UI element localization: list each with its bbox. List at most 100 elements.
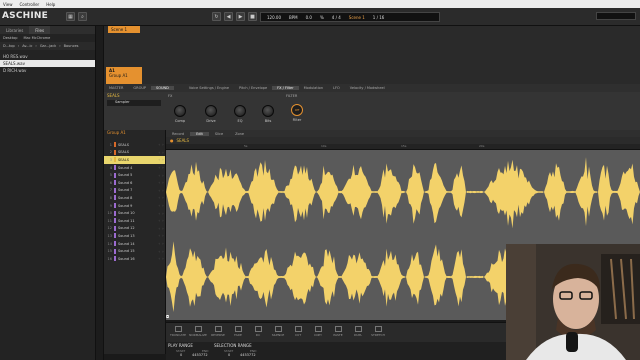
edit-tool-button[interactable]: DUPL bbox=[352, 326, 364, 340]
scene-clip[interactable]: Scene 1 bbox=[108, 26, 140, 33]
mute-solo-icons[interactable]: ◦◦ bbox=[158, 218, 165, 223]
play-start-value[interactable]: 0 bbox=[180, 353, 182, 357]
menu-controller[interactable]: Controller bbox=[20, 2, 40, 7]
shortcut-home[interactable]: Mac McChrome bbox=[23, 36, 50, 40]
knob-eq[interactable]: EQ bbox=[234, 105, 246, 123]
file-item[interactable]: D RICH.wav bbox=[0, 67, 95, 74]
sound-slot[interactable]: 7 Sound 7 ◦◦ bbox=[104, 187, 165, 195]
sound-slot[interactable]: 3 SEALS ◦◦ bbox=[104, 156, 165, 164]
time-signature[interactable]: 4 / 4 bbox=[332, 15, 341, 20]
edit-tool-button[interactable]: REVERSE bbox=[211, 326, 225, 340]
sound-slot[interactable]: 12 Sound 12 ◦◦ bbox=[104, 225, 165, 233]
sel-end-value[interactable]: 4453772 bbox=[240, 353, 256, 357]
edit-tool-button[interactable]: NORMALIZE bbox=[189, 326, 207, 340]
mute-solo-icons[interactable]: ◦◦ bbox=[158, 195, 165, 200]
tab-files[interactable]: Files bbox=[29, 26, 51, 34]
breadcrumb-item[interactable]: Gar...jack bbox=[40, 44, 56, 48]
page-pitch[interactable]: Pitch / Envelope bbox=[234, 86, 272, 90]
mute-solo-icons[interactable]: ◦◦ bbox=[158, 173, 165, 178]
file-item-selected[interactable]: SEALS.wav bbox=[0, 60, 95, 67]
start-marker-icon[interactable]: ◘ bbox=[166, 314, 169, 319]
browser-tabs: Libraries Files bbox=[0, 26, 95, 34]
shortcut-desktop[interactable]: Desktop bbox=[3, 36, 17, 40]
breadcrumb-item[interactable]: Bounces bbox=[64, 44, 79, 48]
mute-solo-icons[interactable]: ◦◦ bbox=[158, 233, 165, 238]
page-velocity[interactable]: Velocity / Modwheel bbox=[345, 86, 390, 90]
tab-record[interactable]: Record bbox=[166, 132, 190, 136]
page-voice[interactable]: Voice Settings / Engine bbox=[184, 86, 234, 90]
grid-icon[interactable]: ▦ bbox=[66, 12, 75, 21]
edit-tool-button[interactable]: PASTE bbox=[332, 326, 344, 340]
tab-libraries[interactable]: Libraries bbox=[0, 26, 29, 34]
sound-color-swatch bbox=[114, 165, 116, 171]
knob-drive[interactable]: Drive bbox=[205, 105, 217, 123]
sound-slot[interactable]: 15 Sound 15 ◦◦ bbox=[104, 247, 165, 255]
sound-color-swatch bbox=[114, 187, 116, 193]
breadcrumb-item[interactable]: D...top bbox=[3, 44, 15, 48]
knob-bits[interactable]: Bits bbox=[262, 105, 274, 123]
swing-value[interactable]: 0.0 bbox=[306, 15, 312, 20]
edit-tool-button[interactable]: STRETCH bbox=[371, 326, 385, 340]
edit-tool-button[interactable]: CUT bbox=[292, 326, 304, 340]
file-item[interactable]: HO RES.wav bbox=[0, 53, 95, 60]
sound-slot[interactable]: 14 Sound 14 ◦◦ bbox=[104, 240, 165, 248]
sound-slot[interactable]: 16 Sound 16 ◦◦ bbox=[104, 255, 165, 263]
play-icon[interactable]: ▶ bbox=[236, 12, 245, 21]
page-fx-filter[interactable]: FX / Filter bbox=[272, 86, 299, 90]
rewind-icon[interactable]: ◀ bbox=[224, 12, 233, 21]
edit-tool-button[interactable]: DC bbox=[252, 326, 264, 340]
mute-solo-icons[interactable]: ◦◦ bbox=[158, 150, 165, 155]
loop-icon[interactable]: ↻ bbox=[212, 12, 221, 21]
mute-solo-icons[interactable]: ◦◦ bbox=[158, 211, 165, 216]
sound-slot[interactable]: 9 Sound 9 ◦◦ bbox=[104, 202, 165, 210]
sound-slot[interactable]: 10 Sound 10 ◦◦ bbox=[104, 209, 165, 217]
stop-icon[interactable]: ■ bbox=[248, 12, 257, 21]
mute-solo-icons[interactable]: ◦◦ bbox=[158, 142, 165, 147]
volume-meter[interactable] bbox=[596, 12, 636, 20]
play-end-value[interactable]: 4453772 bbox=[192, 353, 208, 357]
group-slot[interactable]: A1 Group A1 bbox=[106, 67, 142, 84]
knob-comp[interactable]: Comp bbox=[174, 105, 186, 123]
sound-slot[interactable]: 2 SEALS ◦◦ bbox=[104, 149, 165, 157]
mute-solo-icons[interactable]: ◦◦ bbox=[158, 203, 165, 208]
mute-solo-icons[interactable]: ◦◦ bbox=[158, 226, 165, 231]
plugin-slot[interactable]: Sampler bbox=[107, 100, 161, 106]
filter-selector[interactable]: Off Filter bbox=[291, 104, 303, 122]
strip-master[interactable]: MASTER bbox=[104, 86, 128, 90]
mute-solo-icons[interactable]: ◦◦ bbox=[158, 249, 165, 254]
presenter-video bbox=[506, 244, 640, 360]
sound-slot[interactable]: 1 SEALS ◦◦ bbox=[104, 141, 165, 149]
mute-solo-icons[interactable]: ◦◦ bbox=[158, 241, 165, 246]
sound-slot[interactable]: 11 Sound 11 ◦◦ bbox=[104, 217, 165, 225]
sel-start-value[interactable]: 0 bbox=[228, 353, 230, 357]
tool-label: CUT bbox=[294, 333, 302, 337]
menu-view[interactable]: View bbox=[3, 2, 13, 7]
edit-tool-button[interactable]: TRUNCATE bbox=[170, 326, 186, 340]
strip-group[interactable]: GROUP bbox=[128, 86, 151, 90]
tool-icon bbox=[334, 326, 342, 332]
mute-solo-icons[interactable]: ◦◦ bbox=[158, 256, 165, 261]
search-icon[interactable]: ⌕ bbox=[78, 12, 87, 21]
sound-slot[interactable]: 6 Sound 6 ◦◦ bbox=[104, 179, 165, 187]
strip-sound[interactable]: SOUND bbox=[151, 86, 174, 90]
tab-slice[interactable]: Slice bbox=[209, 132, 229, 136]
tab-edit[interactable]: Edit bbox=[190, 131, 209, 136]
breadcrumb-item[interactable]: Av...ic bbox=[22, 44, 32, 48]
app-logo: ASCHINE bbox=[2, 11, 49, 21]
page-modulation[interactable]: Modulation bbox=[299, 86, 328, 90]
mute-solo-icons[interactable]: ◦◦ bbox=[158, 180, 165, 185]
page-lfo[interactable]: LFO bbox=[328, 86, 345, 90]
edit-tool-button[interactable]: FADE bbox=[232, 326, 244, 340]
sound-slot[interactable]: 5 Sound 5 ◦◦ bbox=[104, 171, 165, 179]
tab-zone[interactable]: Zone bbox=[229, 132, 250, 136]
edit-tool-button[interactable]: COPY bbox=[312, 326, 324, 340]
sound-slot[interactable]: 8 Sound 8 ◦◦ bbox=[104, 194, 165, 202]
edit-tool-button[interactable]: SILENCE bbox=[272, 326, 284, 340]
sound-slot[interactable]: 4 Sound 4 ◦◦ bbox=[104, 164, 165, 172]
mute-solo-icons[interactable]: ◦◦ bbox=[158, 157, 165, 162]
mute-solo-icons[interactable]: ◦◦ bbox=[158, 188, 165, 193]
menu-help[interactable]: Help bbox=[46, 2, 55, 7]
mute-solo-icons[interactable]: ◦◦ bbox=[158, 165, 165, 170]
tempo-value[interactable]: 120.00 bbox=[267, 15, 281, 20]
sound-slot[interactable]: 13 Sound 13 ◦◦ bbox=[104, 232, 165, 240]
